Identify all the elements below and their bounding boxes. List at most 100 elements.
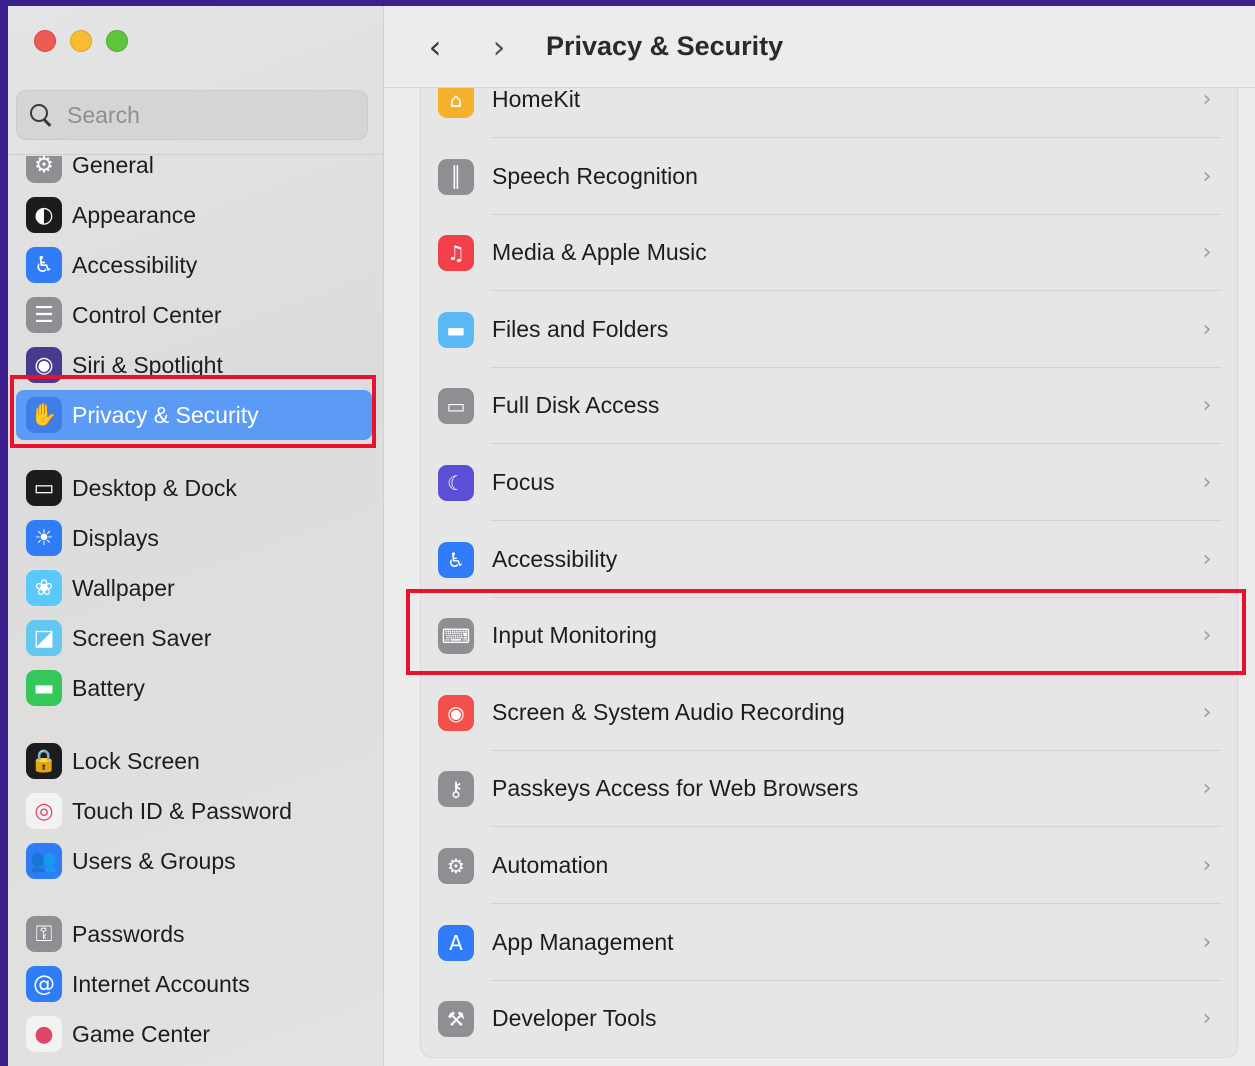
sidebar-item-game-center[interactable]: ● Game Center [16, 1009, 372, 1059]
sidebar-item-label: Siri & Spotlight [72, 351, 223, 378]
row-label: Screen & System Audio Recording [492, 699, 845, 725]
search-icon [29, 103, 53, 127]
row-label: App Management [492, 929, 674, 955]
search-input[interactable] [67, 101, 327, 129]
back-button[interactable]: ‹ [410, 28, 460, 66]
sidebar-item-label: Wallpaper [72, 574, 175, 601]
screen-saver-icon: ◪ [26, 620, 62, 656]
sidebar-item-desktop-dock[interactable]: ▭ Desktop & Dock [16, 463, 372, 513]
close-button[interactable] [34, 30, 56, 52]
privacy-row-automation[interactable]: ⚙ Automation › [436, 827, 1222, 904]
sidebar-item-screen-saver[interactable]: ◪ Screen Saver [16, 613, 372, 663]
sidebar-item-label: Displays [72, 524, 159, 551]
sidebar-item-accessibility[interactable]: ♿ Accessibility [16, 240, 372, 290]
sidebar: ⚙ General ◐ Appearance ♿ Accessibility ☰ Contro… [8, 6, 384, 1066]
app-store-icon: A [438, 924, 474, 961]
accessibility-icon: ♿ [438, 541, 474, 578]
sidebar-item-label: Internet Accounts [72, 970, 250, 997]
sidebar-item-internet-accounts[interactable]: @ Internet Accounts [16, 959, 372, 1009]
chevron-right-icon: › [1202, 1006, 1212, 1031]
users-icon: 👥 [26, 843, 62, 879]
sidebar-item-label: Touch ID & Password [72, 797, 292, 824]
waveform-icon: ║ [438, 158, 474, 195]
row-label: Full Disk Access [492, 392, 660, 418]
record-icon: ◉ [438, 694, 474, 731]
chevron-right-icon: › [1202, 240, 1212, 265]
displays-icon: ☀ [26, 520, 62, 556]
home-icon: ⌂ [438, 88, 474, 118]
sidebar-item-label: Accessibility [72, 251, 198, 278]
privacy-row-screen-system-audio-recording[interactable]: ◉ Screen & System Audio Recording › [436, 674, 1222, 751]
row-label: Developer Tools [492, 1005, 657, 1031]
disk-icon: ▭ [438, 387, 474, 424]
gear-icon: ⚙ [26, 156, 62, 183]
hand-icon: ✋ [26, 397, 62, 433]
siri-icon: ◉ [26, 347, 62, 383]
sidebar-item-control-center[interactable]: ☰ Control Center [16, 290, 372, 340]
control-center-icon: ☰ [26, 297, 62, 333]
sidebar-item-lock-screen[interactable]: 🔒 Lock Screen [16, 736, 372, 786]
row-label: Files and Folders [492, 316, 669, 342]
accessibility-icon: ♿ [26, 247, 62, 283]
game-center-icon: ● [26, 1016, 62, 1052]
sidebar-item-general[interactable]: ⚙ General [16, 156, 372, 190]
appearance-icon: ◐ [26, 197, 62, 233]
chevron-right-icon: › [1202, 623, 1212, 648]
sidebar-item-wallpaper[interactable]: ❀ Wallpaper [16, 563, 372, 613]
chevron-right-icon: › [1202, 317, 1212, 342]
privacy-row-accessibility[interactable]: ♿ Accessibility › [436, 521, 1222, 598]
page-title: Privacy & Security [546, 31, 784, 61]
forward-button[interactable]: › [474, 28, 524, 66]
sidebar-item-label: Screen Saver [72, 624, 212, 651]
privacy-row-full-disk-access[interactable]: ▭ Full Disk Access › [436, 367, 1222, 444]
sidebar-divider [8, 154, 384, 155]
sidebar-item-appearance[interactable]: ◐ Appearance [16, 190, 372, 240]
privacy-row-media-apple-music[interactable]: ♫ Media & Apple Music › [436, 214, 1222, 291]
sidebar-item-passwords[interactable]: ⚿ Passwords [16, 909, 372, 959]
search-box[interactable] [16, 90, 368, 140]
sidebar-item-label: Passwords [72, 920, 185, 947]
music-icon: ♫ [438, 234, 474, 271]
privacy-row-passkeys-access-for-web-browsers[interactable]: ⚷ Passkeys Access for Web Browsers › [436, 750, 1222, 827]
moon-icon: ☾ [438, 464, 474, 501]
minimize-button[interactable] [70, 30, 92, 52]
lock-icon: 🔒 [26, 743, 62, 779]
sidebar-item-displays[interactable]: ☀ Displays [16, 513, 372, 563]
sidebar-item-battery[interactable]: ▬ Battery [16, 663, 372, 713]
sidebar-item-users-groups[interactable]: 👥 Users & Groups [16, 836, 372, 886]
chevron-right-icon: › [1202, 547, 1212, 572]
sidebar-item-label: Battery [72, 674, 145, 701]
sidebar-item-label: General [72, 156, 154, 178]
row-label: Passkeys Access for Web Browsers [492, 775, 859, 801]
privacy-row-developer-tools[interactable]: ⚒ Developer Tools › [436, 980, 1222, 1057]
content-scroll[interactable]: ⌂ HomeKit › ║ Speech Recognition › ♫ Media & Ap… [384, 88, 1255, 1066]
privacy-row-homekit[interactable]: ⌂ HomeKit › [436, 88, 1222, 138]
sidebar-item-touch-id-password[interactable]: ◎ Touch ID & Password [16, 786, 372, 836]
sidebar-item-label: Appearance [72, 201, 197, 228]
window-controls [34, 30, 128, 52]
sidebar-item-label: Game Center [72, 1020, 211, 1047]
keyboard-icon: ⌨ [438, 617, 474, 654]
zoom-button[interactable] [106, 30, 128, 52]
row-label: HomeKit [492, 88, 581, 112]
wallpaper-icon: ❀ [26, 570, 62, 606]
folder-icon: ▬ [438, 311, 474, 348]
row-label: Accessibility [492, 546, 618, 572]
sidebar-item-privacy-security[interactable]: ✋ Privacy & Security [16, 390, 372, 440]
main-pane: ‹ › Privacy & Security ⌂ HomeKit › ║ Speech … [384, 6, 1255, 1066]
at-icon: @ [26, 966, 62, 1002]
chevron-right-icon: › [1202, 164, 1212, 189]
privacy-row-speech-recognition[interactable]: ║ Speech Recognition › [436, 138, 1222, 215]
gears-icon: ⚙ [438, 847, 474, 884]
privacy-row-input-monitoring[interactable]: ⌨ Input Monitoring › [436, 597, 1222, 674]
row-label: Focus [492, 469, 555, 495]
row-label: Automation [492, 852, 609, 878]
chevron-right-icon: › [1202, 700, 1212, 725]
privacy-row-app-management[interactable]: A App Management › [436, 904, 1222, 981]
toolbar: ‹ › Privacy & Security [384, 6, 1255, 88]
privacy-row-focus[interactable]: ☾ Focus › [436, 444, 1222, 521]
privacy-row-files-and-folders[interactable]: ▬ Files and Folders › [436, 291, 1222, 368]
sidebar-item-siri-spotlight[interactable]: ◉ Siri & Spotlight [16, 340, 372, 390]
chevron-right-icon: › [1202, 88, 1212, 112]
row-label: Input Monitoring [492, 622, 657, 648]
